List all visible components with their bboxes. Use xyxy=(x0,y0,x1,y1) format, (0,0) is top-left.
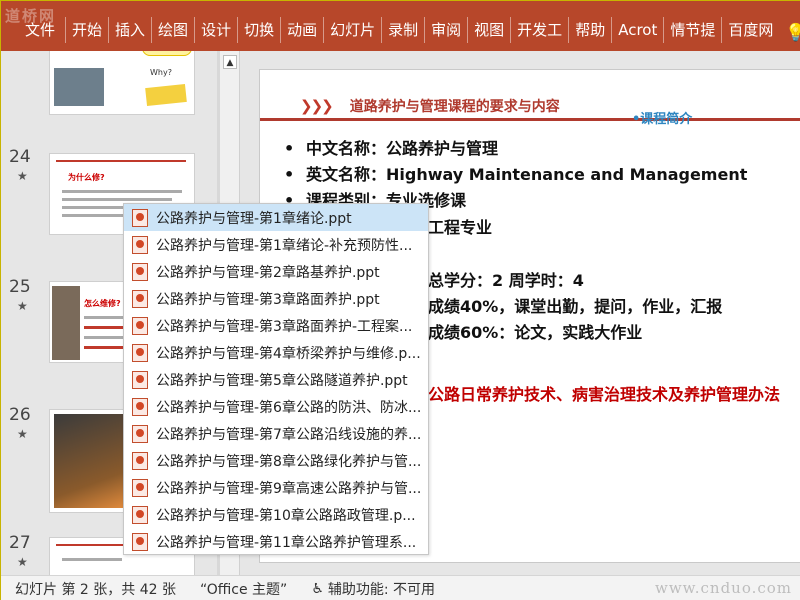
thumbnail-mini-title: Why? xyxy=(150,68,172,77)
tab-view[interactable]: 视图 xyxy=(468,17,512,43)
slide-number-27: 27 xyxy=(9,533,31,553)
ppt-file-icon xyxy=(132,289,148,308)
star-icon: ★ xyxy=(17,427,28,441)
ppt-file-icon xyxy=(132,424,148,443)
bullet-text: 中文名称：公路养护与管理 xyxy=(306,139,499,158)
ppt-file-icon xyxy=(132,451,148,470)
file-suggestion-dropdown[interactable]: 公路养护与管理-第1章绪论.ppt 公路养护与管理-第1章绪论-补充预防性...… xyxy=(123,203,429,555)
thumbnail-bubble xyxy=(142,51,192,56)
tab-insert[interactable]: 插入 xyxy=(109,17,153,43)
ppt-file-icon xyxy=(132,532,148,551)
bullet-text-fragment: 成绩60%：论文，实践大作业 xyxy=(428,323,643,342)
dropdown-item[interactable]: 公路养护与管理-第3章路面养护-工程案... xyxy=(124,312,428,339)
lightbulb-icon[interactable]: 💡 xyxy=(785,23,800,43)
dropdown-item[interactable]: 公路养护与管理-第5章公路隧道养护.ppt xyxy=(124,366,428,393)
tab-review[interactable]: 审阅 xyxy=(425,17,469,43)
star-icon: ★ xyxy=(17,299,28,313)
ppt-file-icon xyxy=(132,343,148,362)
bullet-text-fragment: 成绩40%，课堂出勤，提问，作业，汇报 xyxy=(428,297,723,316)
ppt-file-icon xyxy=(132,208,148,227)
thumbnail-text-line xyxy=(62,198,172,201)
tab-design[interactable]: 设计 xyxy=(195,17,239,43)
tab-baidu[interactable]: 百度网 xyxy=(722,17,779,43)
dropdown-item[interactable]: 公路养护与管理-第10章公路路政管理.p... xyxy=(124,501,428,528)
tab-animations[interactable]: 动画 xyxy=(281,17,325,43)
star-icon: ★ xyxy=(17,169,28,183)
scroll-up-icon[interactable]: ▲ xyxy=(223,55,237,69)
dropdown-item[interactable]: 公路养护与管理-第11章公路养护管理系... xyxy=(124,528,428,554)
header-rule xyxy=(260,118,800,121)
ppt-file-icon xyxy=(132,397,148,416)
dropdown-item[interactable]: 公路养护与管理-第1章绪论-补充预防性... xyxy=(124,231,428,258)
bullet-text-fragment: 工程专业 xyxy=(428,218,493,237)
tab-draw[interactable]: 绘图 xyxy=(152,17,196,43)
thumbnail-mini-title: 怎么维修? xyxy=(84,299,121,308)
thumbnail-photo xyxy=(52,286,80,360)
bullet-text-fragment: 总学分：2 周学时：4 xyxy=(428,271,584,290)
tab-help[interactable]: 帮助 xyxy=(569,17,613,43)
tab-slideshow[interactable]: 幻灯片 xyxy=(324,17,383,43)
dropdown-item[interactable]: 公路养护与管理-第3章路面养护.ppt xyxy=(124,285,428,312)
accessibility-status[interactable]: 辅助功能: 不可用 xyxy=(328,579,435,599)
thumbnail-mini-title: 为什么修? xyxy=(68,173,105,182)
ppt-file-icon xyxy=(132,262,148,281)
ppt-file-icon xyxy=(132,316,148,335)
dropdown-item[interactable]: 公路养护与管理-第7章公路沿线设施的养... xyxy=(124,420,428,447)
tab-home[interactable]: 开始 xyxy=(66,17,110,43)
slide-number-24: 24 xyxy=(9,147,31,167)
dropdown-item[interactable]: 公路养护与管理-第2章路基养护.ppt xyxy=(124,258,428,285)
dropdown-item[interactable]: 公路养护与管理-第4章桥梁养护与维修.p... xyxy=(124,339,428,366)
thumbnail-rule xyxy=(56,160,186,162)
bullet-text: 英文名称：Highway Maintenance and Management xyxy=(306,165,748,184)
chevrons-icon: ❯❯❯ xyxy=(300,97,334,115)
slide-thumbnail-23[interactable]: Why? xyxy=(49,51,195,115)
course-intro-label: •课程简介 xyxy=(632,112,693,127)
ppt-file-icon xyxy=(132,235,148,254)
slide-count-status[interactable]: 幻灯片 第 2 张，共 42 张 xyxy=(15,579,176,599)
tab-acrobat[interactable]: Acrot xyxy=(612,17,665,43)
status-bar: 幻灯片 第 2 张，共 42 张 “Office 主题” ♿ 辅助功能: 不可用… xyxy=(1,575,800,600)
dropdown-item[interactable]: 公路养护与管理-第6章公路的防洪、防冰... xyxy=(124,393,428,420)
star-icon: ★ xyxy=(17,555,28,569)
brand-watermark: www.cnduo.com xyxy=(655,579,793,597)
thumbnail-photo xyxy=(54,68,104,106)
tab-transitions[interactable]: 切换 xyxy=(238,17,282,43)
bullet-item: • 英文名称：Highway Maintenance and Management xyxy=(284,165,748,184)
dropdown-item[interactable]: 公路养护与管理-第8章公路绿化养护与管... xyxy=(124,447,428,474)
ppt-file-icon xyxy=(132,478,148,497)
dropdown-item[interactable]: 公路养护与管理-第1章绪论.ppt xyxy=(124,204,428,231)
slide-number-26: 26 xyxy=(9,405,31,425)
thumbnail-starburst xyxy=(145,83,187,107)
thumbnail-photo xyxy=(54,414,124,508)
slide-header: ❯❯❯ 道路养护与管理课程的要求与内容 xyxy=(300,96,560,116)
slide-number-25: 25 xyxy=(9,277,31,297)
thumbnail-text-line xyxy=(62,190,182,193)
slide-header-title: 道路养护与管理课程的要求与内容 xyxy=(349,99,560,115)
tab-record[interactable]: 录制 xyxy=(382,17,426,43)
tab-storyboard[interactable]: 情节提 xyxy=(664,17,723,43)
ribbon-tabs: 文件 开始 插入 绘图 设计 切换 动画 幻灯片 录制 审阅 视图 开发工 帮助… xyxy=(11,17,779,43)
theme-status: “Office 主题” xyxy=(199,581,288,598)
ppt-file-icon xyxy=(132,370,148,389)
bullet-text-fragment-red: 公路日常养护技术、病害治理技术及养护管理办法 xyxy=(428,385,781,404)
tab-developer[interactable]: 开发工 xyxy=(511,17,570,43)
site-watermark: 道桥网 xyxy=(5,7,57,25)
bullet-item: • 中文名称：公路养护与管理 xyxy=(284,139,499,158)
ribbon-tab-bar: 道桥网 文件 开始 插入 绘图 设计 切换 动画 幻灯片 录制 审阅 视图 开发… xyxy=(1,1,800,51)
thumbnail-text-line xyxy=(62,558,122,561)
accessibility-icon[interactable]: ♿ xyxy=(311,581,324,597)
dropdown-item[interactable]: 公路养护与管理-第9章高速公路养护与管... xyxy=(124,474,428,501)
ppt-file-icon xyxy=(132,505,148,524)
